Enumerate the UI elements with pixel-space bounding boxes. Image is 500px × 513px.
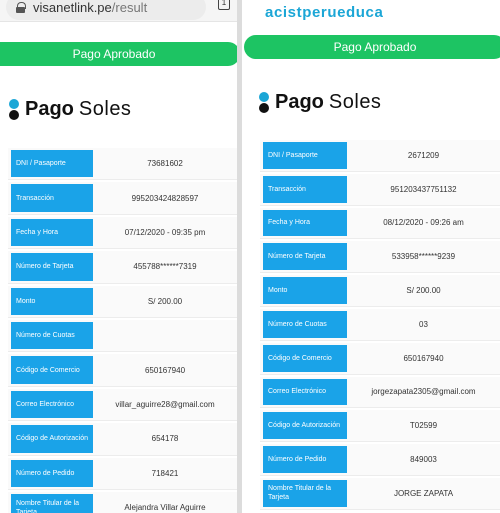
detail-row: Número de Tarjeta 533958******9239 bbox=[260, 241, 500, 274]
payment-approved-button[interactable]: Pago Aprobado bbox=[244, 35, 500, 59]
detail-label: Nombre Titular de la Tarjeta bbox=[11, 493, 93, 513]
detail-row: Código de Autorización 654178 bbox=[8, 423, 237, 456]
detail-label: Código de Comercio bbox=[263, 344, 347, 372]
detail-row: DNI / Pasaporte 73681602 bbox=[8, 148, 237, 181]
lock-icon bbox=[16, 2, 26, 13]
detail-value: 849003 bbox=[410, 455, 437, 465]
browser-url-bar: visanetlink.pe/result 1 bbox=[0, 0, 237, 22]
detail-value: 73681602 bbox=[147, 159, 183, 169]
detail-label: Fecha y Hora bbox=[263, 209, 347, 237]
detail-label: Número de Cuotas bbox=[11, 321, 93, 350]
url-text: visanetlink.pe/result bbox=[33, 0, 147, 15]
detail-value: 08/12/2020 - 09:26 am bbox=[383, 218, 464, 228]
detail-row: Número de Pedido 718421 bbox=[8, 457, 237, 490]
detail-row: Nombre Titular de la Tarjeta JORGE ZAPATA bbox=[260, 477, 500, 510]
logo-dots-icon bbox=[8, 99, 19, 120]
detail-row: Número de Pedido 849003 bbox=[260, 444, 500, 476]
detail-row: Correo Electrónico villar_aguirre28@gmail… bbox=[8, 388, 237, 422]
detail-value: 07/12/2020 - 09:35 pm bbox=[124, 227, 206, 237]
detail-row: Transacción 995203424828597 bbox=[8, 182, 237, 215]
detail-label: Monto bbox=[263, 277, 347, 304]
detail-row: Número de Cuotas 03 bbox=[260, 308, 500, 341]
pagosoles-logo: Pago Soles bbox=[258, 91, 381, 114]
detail-label: Número de Tarjeta bbox=[11, 253, 93, 281]
detail-label: Número de Cuotas bbox=[263, 310, 347, 338]
detail-value: 2671209 bbox=[407, 150, 440, 160]
right-screenshot: acistperueduca Pago Aprobado Pago Soles … bbox=[242, 0, 500, 513]
detail-row: Fecha y Hora 08/12/2020 - 09:26 am bbox=[260, 207, 500, 240]
detail-row: Monto S/ 200.00 bbox=[260, 275, 500, 307]
detail-row: Monto S/ 200.00 bbox=[8, 285, 237, 318]
detail-label: Número de Pedido bbox=[263, 446, 347, 473]
detail-value: jorgezapata2305@gmail.com bbox=[371, 387, 476, 397]
detail-label: DNI / Pasaporte bbox=[11, 150, 93, 178]
detail-value: 533958******9239 bbox=[391, 252, 456, 262]
detail-label: Transacción bbox=[263, 175, 347, 203]
left-screenshot: visanetlink.pe/result 1 Pago Aprobado Pa… bbox=[0, 0, 237, 513]
logo-dots-icon bbox=[258, 92, 269, 113]
logo-word-soles: Soles bbox=[78, 98, 132, 120]
detail-row: Código de Comercio 650167940 bbox=[8, 354, 237, 387]
logo-word-pago: Pago bbox=[275, 91, 324, 113]
detail-value: 718421 bbox=[151, 468, 179, 478]
detail-value: 654178 bbox=[151, 434, 179, 444]
detail-value: Alejandra Villar Aguirre bbox=[124, 503, 206, 513]
detail-value: 650167940 bbox=[144, 365, 186, 375]
detail-label: Número de Tarjeta bbox=[263, 243, 347, 271]
detail-row: Número de Tarjeta 455788******7319 bbox=[8, 251, 237, 284]
detail-value: S/ 200.00 bbox=[406, 286, 441, 296]
detail-row: Transacción 951203437751132 bbox=[260, 173, 500, 206]
detail-label: Correo Electrónico bbox=[11, 390, 93, 419]
url-path: /result bbox=[111, 0, 148, 15]
payment-details-table: DNI / Pasaporte 73681602 Transacción 99520… bbox=[8, 148, 237, 513]
detail-row: Código de Comercio 650167940 bbox=[260, 342, 500, 375]
detail-label: DNI / Pasaporte bbox=[263, 142, 347, 169]
logo-word-soles: Soles bbox=[328, 91, 382, 113]
detail-value bbox=[93, 320, 237, 351]
detail-label: Código de Autorización bbox=[11, 425, 93, 453]
tab-count-icon[interactable]: 1 bbox=[218, 0, 230, 10]
detail-label: Código de Autorización bbox=[263, 412, 347, 440]
detail-value: 455788******7319 bbox=[133, 262, 197, 272]
detail-label: Código de Comercio bbox=[11, 356, 93, 384]
detail-value: T02599 bbox=[409, 421, 438, 431]
detail-row: Número de Cuotas bbox=[8, 319, 237, 353]
detail-row: Nombre Titular de la Tarjeta Alejandra Vi… bbox=[8, 491, 237, 513]
detail-label: Transacción bbox=[11, 184, 93, 212]
detail-value: 951203437751132 bbox=[390, 184, 457, 194]
site-brand-title: acistperueduca bbox=[265, 4, 384, 21]
logo-word-pago: Pago bbox=[25, 98, 74, 120]
detail-value: JORGE ZAPATA bbox=[393, 488, 454, 498]
detail-label: Correo Electrónico bbox=[263, 378, 347, 406]
payment-details-table: DNI / Pasaporte 2671209 Transacción 951203… bbox=[260, 140, 500, 512]
pagosoles-logo: Pago Soles bbox=[8, 98, 131, 121]
detail-label: Nombre Titular de la Tarjeta bbox=[263, 479, 347, 507]
detail-row: DNI / Pasaporte 2671209 bbox=[260, 140, 500, 172]
detail-value: 650167940 bbox=[403, 353, 444, 363]
detail-row: Código de Autorización T02599 bbox=[260, 410, 500, 443]
detail-label: Monto bbox=[11, 287, 93, 315]
detail-row: Fecha y Hora 07/12/2020 - 09:35 pm bbox=[8, 216, 237, 250]
payment-approved-button[interactable]: Pago Aprobado bbox=[0, 42, 237, 66]
detail-value: villar_aguirre28@gmail.com bbox=[115, 399, 215, 409]
detail-value: S/ 200.00 bbox=[147, 296, 183, 306]
detail-label: Fecha y Hora bbox=[11, 218, 93, 247]
url-host: visanetlink.pe bbox=[33, 0, 112, 15]
detail-value: 995203424828597 bbox=[131, 193, 199, 203]
detail-row: Correo Electrónico jorgezapata2305@gmail.… bbox=[260, 376, 500, 409]
address-field[interactable]: visanetlink.pe/result bbox=[6, 0, 206, 20]
detail-value: 03 bbox=[419, 319, 428, 329]
detail-label: Número de Pedido bbox=[11, 459, 93, 487]
